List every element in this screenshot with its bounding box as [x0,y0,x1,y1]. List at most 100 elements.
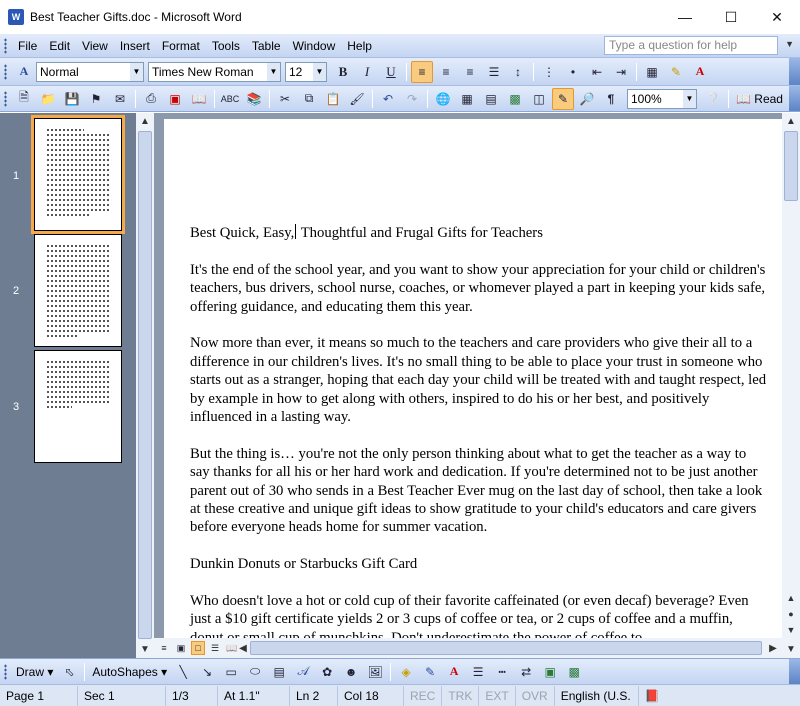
text-box-icon[interactable]: ▤ [268,661,290,683]
status-trk[interactable]: TRK [442,685,480,706]
hyperlink-icon[interactable]: 🌐 [432,88,454,110]
outline-view-icon[interactable]: ☰ [208,641,222,655]
maximize-button[interactable]: ☐ [708,0,754,34]
shadow-style-icon[interactable]: ▣ [539,661,561,683]
columns-icon[interactable]: ◫ [528,88,550,110]
status-language[interactable]: English (U.S. [555,685,639,706]
select-browse-object-icon[interactable]: ● [782,607,800,621]
select-objects-icon[interactable]: ⬁ [58,661,80,683]
research-book-icon[interactable]: 📚 [243,88,265,110]
help-icon[interactable]: ❔ [702,88,724,110]
thumbnail-page-1[interactable] [31,115,125,234]
scroll-up-icon[interactable]: ▲ [782,113,800,130]
italic-button[interactable]: I [356,61,378,83]
new-document-icon[interactable]: 🗎 [13,88,35,110]
normal-view-icon[interactable]: ≡ [157,641,171,655]
bold-button[interactable]: B [332,61,354,83]
line-spacing-icon[interactable]: ↕ [507,61,529,83]
numbering-icon[interactable]: ⋮ [538,61,560,83]
zoom-select[interactable]: 100% ▼ [627,88,697,109]
document-map-icon[interactable]: 🔎 [576,88,598,110]
scroll-right-icon[interactable]: ▶ [764,640,782,657]
justify-icon[interactable]: ☰ [483,61,505,83]
next-page-icon[interactable]: ▼ [782,623,800,637]
undo-icon[interactable]: ↶ [377,88,399,110]
insert-excel-icon[interactable]: ▩ [504,88,526,110]
scroll-thumb[interactable] [784,131,798,201]
copy-icon[interactable]: ⧉ [298,88,320,110]
menu-view[interactable]: View [76,35,114,57]
document-scrollbar[interactable]: ▲ ▲ ● ▼ ▼ [782,113,800,658]
toolbar-options-button[interactable] [789,58,800,85]
toolbar-grip[interactable] [4,663,7,680]
insert-table-icon[interactable]: ▤ [480,88,502,110]
3d-style-icon[interactable]: ▩ [563,661,585,683]
align-left-icon[interactable]: ≡ [411,60,433,83]
web-layout-icon[interactable]: ▣ [174,641,188,655]
fill-color-icon[interactable]: ◈ [395,661,417,683]
bullets-icon[interactable]: • [562,61,584,83]
toolbar-grip[interactable] [4,90,7,107]
toolbar-grip[interactable] [4,37,7,54]
research-icon[interactable]: 📖 [188,88,210,110]
style-select[interactable]: Normal ▼ [36,61,144,82]
toolbar-grip[interactable] [4,63,7,80]
open-folder-icon[interactable]: 📁 [37,88,59,110]
save-icon[interactable]: 💾 [61,88,83,110]
rectangle-icon[interactable]: ▭ [220,661,242,683]
line-color-icon[interactable]: ✎ [419,661,441,683]
borders-icon[interactable]: ▦ [641,61,663,83]
decrease-indent-icon[interactable]: ⇤ [586,61,608,83]
clip-art-icon[interactable]: ☻ [340,661,362,683]
menu-window[interactable]: Window [287,35,342,57]
toolbar-options-button[interactable] [789,659,800,684]
font-color-icon[interactable]: A [689,61,711,83]
align-center-icon[interactable]: ≡ [435,61,457,83]
document-page[interactable]: Best Quick, Easy, Thoughtful and Frugal … [164,119,784,649]
print-icon[interactable]: ⎙ [140,88,162,110]
styles-formatting-icon[interactable]: A [13,61,35,83]
redo-icon[interactable]: ↷ [401,88,423,110]
align-right-icon[interactable]: ≡ [459,61,481,83]
chevron-down-icon[interactable]: ▼ [785,39,794,49]
increase-indent-icon[interactable]: ⇥ [610,61,632,83]
minimize-button[interactable]: — [662,0,708,34]
font-color-icon[interactable]: A [443,661,465,683]
scroll-thumb[interactable] [250,641,762,655]
line-icon[interactable]: ╲ [172,661,194,683]
print-preview-icon[interactable]: ▣ [164,88,186,110]
font-select[interactable]: Times New Roman ▼ [148,61,281,82]
ask-question-input[interactable]: Type a question for help [604,36,778,55]
close-button[interactable]: ✕ [754,0,800,34]
underline-button[interactable]: U [380,61,402,83]
menu-insert[interactable]: Insert [114,35,156,57]
drawing-icon[interactable]: ✎ [552,87,574,110]
thumbnail-page-2[interactable] [34,234,122,347]
scroll-down-icon[interactable]: ▼ [136,641,154,658]
scroll-up-icon[interactable]: ▲ [136,113,154,130]
email-icon[interactable]: ✉ [109,88,131,110]
arrow-icon[interactable]: ↘ [196,661,218,683]
menu-format[interactable]: Format [156,35,206,57]
picture-icon[interactable]: 🖼 [364,661,386,683]
print-layout-icon[interactable]: □ [191,641,205,655]
permission-icon[interactable]: ⚑ [85,88,107,110]
word-app-icon[interactable]: W [8,9,24,25]
cut-icon[interactable]: ✂ [274,88,296,110]
menu-file[interactable]: File [12,35,43,57]
arrow-style-icon[interactable]: ⇄ [515,661,537,683]
previous-page-icon[interactable]: ▲ [782,591,800,605]
spelling-status-icon[interactable]: 📕 [639,686,666,706]
format-painter-icon[interactable]: 🖌 [346,88,368,110]
wordart-icon[interactable]: 𝒜 [292,661,314,683]
font-size-select[interactable]: 12 ▼ [285,61,327,82]
status-ovr[interactable]: OVR [516,685,555,706]
spelling-icon[interactable]: ABC [219,88,241,110]
read-button[interactable]: 📖 Read [732,88,787,110]
autoshapes-menu-button[interactable]: AutoShapes ▾ [88,665,171,679]
diagram-icon[interactable]: ✿ [316,661,338,683]
paste-icon[interactable]: 📋 [322,88,344,110]
menu-help[interactable]: Help [341,35,378,57]
scroll-thumb[interactable] [138,131,152,639]
status-rec[interactable]: REC [404,685,443,706]
